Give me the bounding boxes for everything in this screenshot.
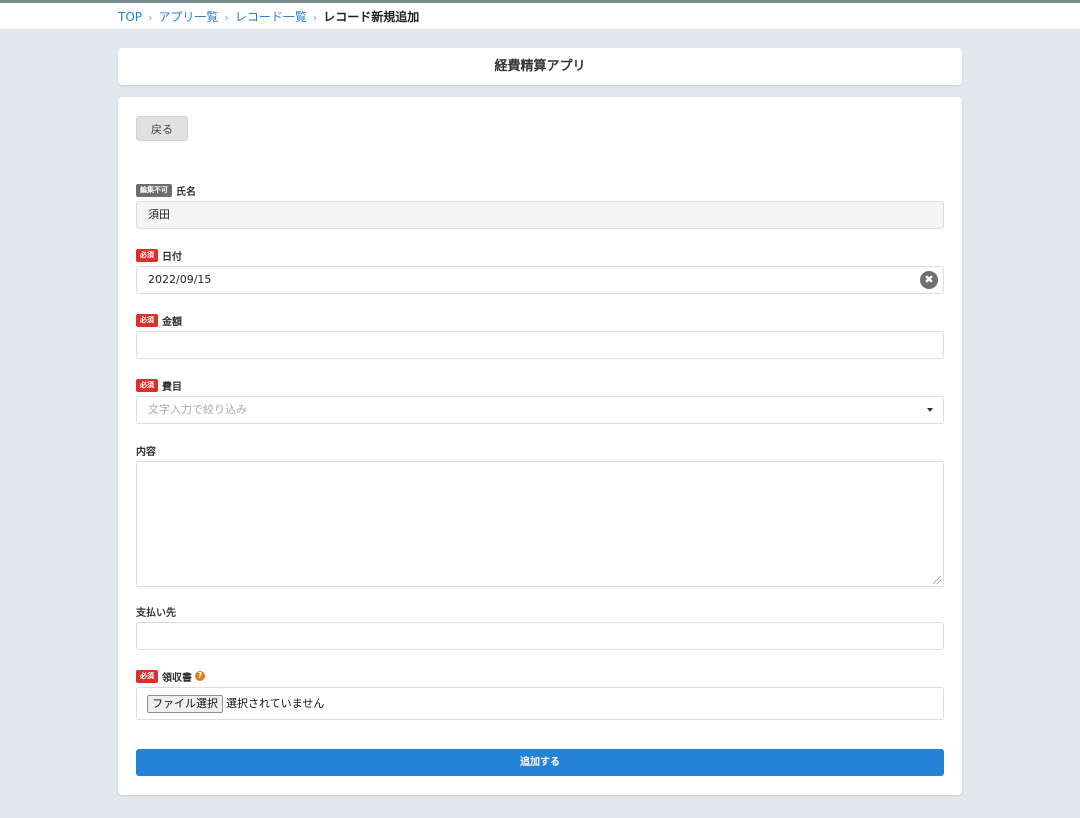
category-label-text: 費目 (162, 381, 182, 393)
file-select-button[interactable]: ファイル選択 (147, 695, 223, 713)
name-label: 編集不可 氏名 (136, 182, 196, 198)
required-badge: 必須 (136, 378, 158, 392)
help-icon[interactable]: ? (195, 671, 205, 681)
file-status-text: 選択されていません (226, 697, 325, 710)
content-label-text: 内容 (136, 446, 156, 458)
app-title-card: 経費精算アプリ (118, 48, 962, 85)
receipt-file-input: ファイル選択 選択されていません (136, 687, 944, 720)
date-field[interactable]: 2022/09/15 ✖ (136, 266, 944, 294)
date-label-text: 日付 (162, 251, 182, 263)
category-label: 必須 費目 (136, 377, 182, 393)
content-textarea[interactable] (136, 461, 944, 587)
breadcrumb-app-list-link[interactable]: アプリ一覧 (158, 10, 218, 24)
amount-label-text: 金額 (162, 316, 182, 328)
record-form: 戻る 編集不可 氏名 須田 必須 日付 2022/09/15 ✖ 必須 金額 必… (118, 97, 962, 795)
readonly-badge: 編集不可 (136, 183, 172, 197)
top-bar: TOP › アプリ一覧 › レコード一覧 › レコード新規追加 (0, 0, 1080, 30)
app-title: 経費精算アプリ (494, 59, 586, 74)
resize-grip-icon[interactable] (933, 576, 941, 584)
name-value: 須田 (148, 208, 170, 221)
name-field: 須田 (136, 201, 944, 229)
clear-icon[interactable]: ✖ (920, 271, 938, 289)
breadcrumb-separator: › (224, 11, 229, 24)
required-badge: 必須 (136, 669, 158, 683)
receipt-label: 必須 領収書 ? (136, 668, 205, 684)
amount-field[interactable] (136, 331, 944, 359)
payee-label-text: 支払い先 (136, 607, 176, 619)
date-label: 必須 日付 (136, 247, 182, 263)
required-badge: 必須 (136, 248, 158, 262)
chevron-down-icon[interactable] (927, 408, 933, 412)
required-badge: 必須 (136, 313, 158, 327)
name-label-text: 氏名 (176, 186, 196, 198)
category-select[interactable]: 文字入力で絞り込み (136, 396, 944, 424)
back-button[interactable]: 戻る (136, 116, 188, 141)
submit-button[interactable]: 追加する (136, 749, 944, 776)
breadcrumb-top-link[interactable]: TOP (118, 10, 142, 24)
date-value: 2022/09/15 (148, 273, 212, 286)
amount-label: 必須 金額 (136, 312, 182, 328)
breadcrumb-separator: › (312, 11, 318, 24)
category-placeholder: 文字入力で絞り込み (148, 403, 247, 416)
payee-field[interactable] (136, 622, 944, 650)
content-label: 内容 (136, 442, 156, 458)
breadcrumb: TOP › アプリ一覧 › レコード一覧 › レコード新規追加 (118, 8, 419, 27)
breadcrumb-separator: › (148, 11, 153, 24)
receipt-label-text: 領収書 (162, 672, 192, 684)
payee-label: 支払い先 (136, 603, 176, 619)
breadcrumb-current: レコード新規追加 (323, 10, 420, 24)
breadcrumb-record-list-link[interactable]: レコード一覧 (235, 10, 307, 24)
